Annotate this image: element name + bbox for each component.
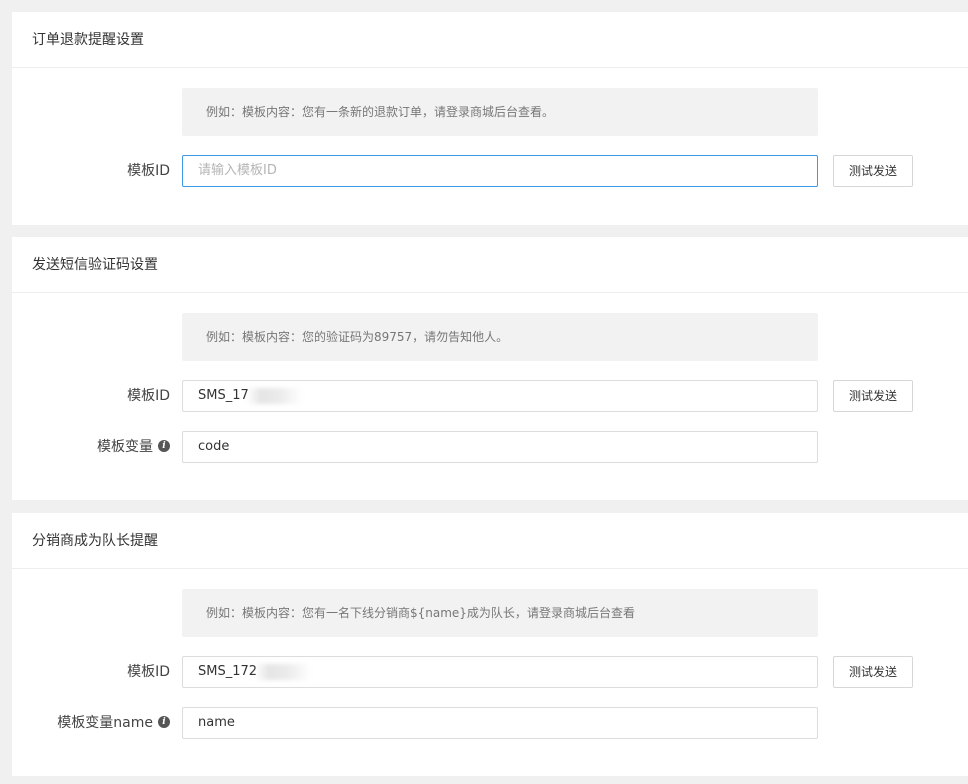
template-variable-value: code (198, 439, 230, 454)
template-id-value: SMS_17 (198, 388, 249, 403)
template-id-placeholder: 请输入模板ID (198, 163, 277, 178)
template-id-label: 模板ID (127, 388, 170, 404)
section-title: 订单退款提醒设置 (12, 12, 968, 68)
template-example-hint: 例如：模板内容：您有一条新的退款订单，请登录商城后台查看。 (182, 88, 818, 136)
distributor-captain-card: 分销商成为队长提醒 例如：模板内容：您有一名下线分销商${name}成为队长，请… (12, 513, 968, 776)
test-send-button[interactable]: 测试发送 (833, 380, 913, 412)
template-id-input[interactable]: SMS_17 (182, 380, 818, 412)
refund-reminder-card: 订单退款提醒设置 例如：模板内容：您有一条新的退款订单，请登录商城后台查看。 模… (12, 12, 968, 225)
section-title: 分销商成为队长提醒 (12, 513, 968, 569)
template-example-hint: 例如：模板内容：您有一名下线分销商${name}成为队长，请登录商城后台查看 (182, 589, 818, 637)
template-variable-label-text: 模板变量 (97, 439, 153, 455)
template-variable-label: 模板变量 i (97, 431, 170, 463)
test-send-button[interactable]: 测试发送 (833, 155, 913, 187)
template-variable-label-text: 模板变量name (57, 715, 153, 731)
section-title: 发送短信验证码设置 (12, 237, 968, 293)
template-variable-input[interactable]: name (182, 707, 818, 739)
template-variable-value: name (198, 715, 235, 730)
redacted-blur (255, 663, 312, 680)
template-id-value: SMS_172 (198, 664, 258, 679)
sms-verification-card: 发送短信验证码设置 例如：模板内容：您的验证码为89757，请勿告知他人。 模板… (12, 237, 968, 500)
info-icon[interactable]: i (158, 440, 170, 452)
template-example-hint: 例如：模板内容：您的验证码为89757，请勿告知他人。 (182, 313, 818, 361)
test-send-button[interactable]: 测试发送 (833, 656, 913, 688)
template-id-label: 模板ID (127, 664, 170, 680)
redacted-blur (246, 387, 303, 404)
template-variable-label: 模板变量name i (57, 707, 170, 739)
template-id-label: 模板ID (127, 163, 170, 179)
template-id-input[interactable]: 请输入模板ID (182, 155, 818, 187)
info-icon[interactable]: i (158, 716, 170, 728)
template-id-input[interactable]: SMS_172 (182, 656, 818, 688)
template-variable-input[interactable]: code (182, 431, 818, 463)
